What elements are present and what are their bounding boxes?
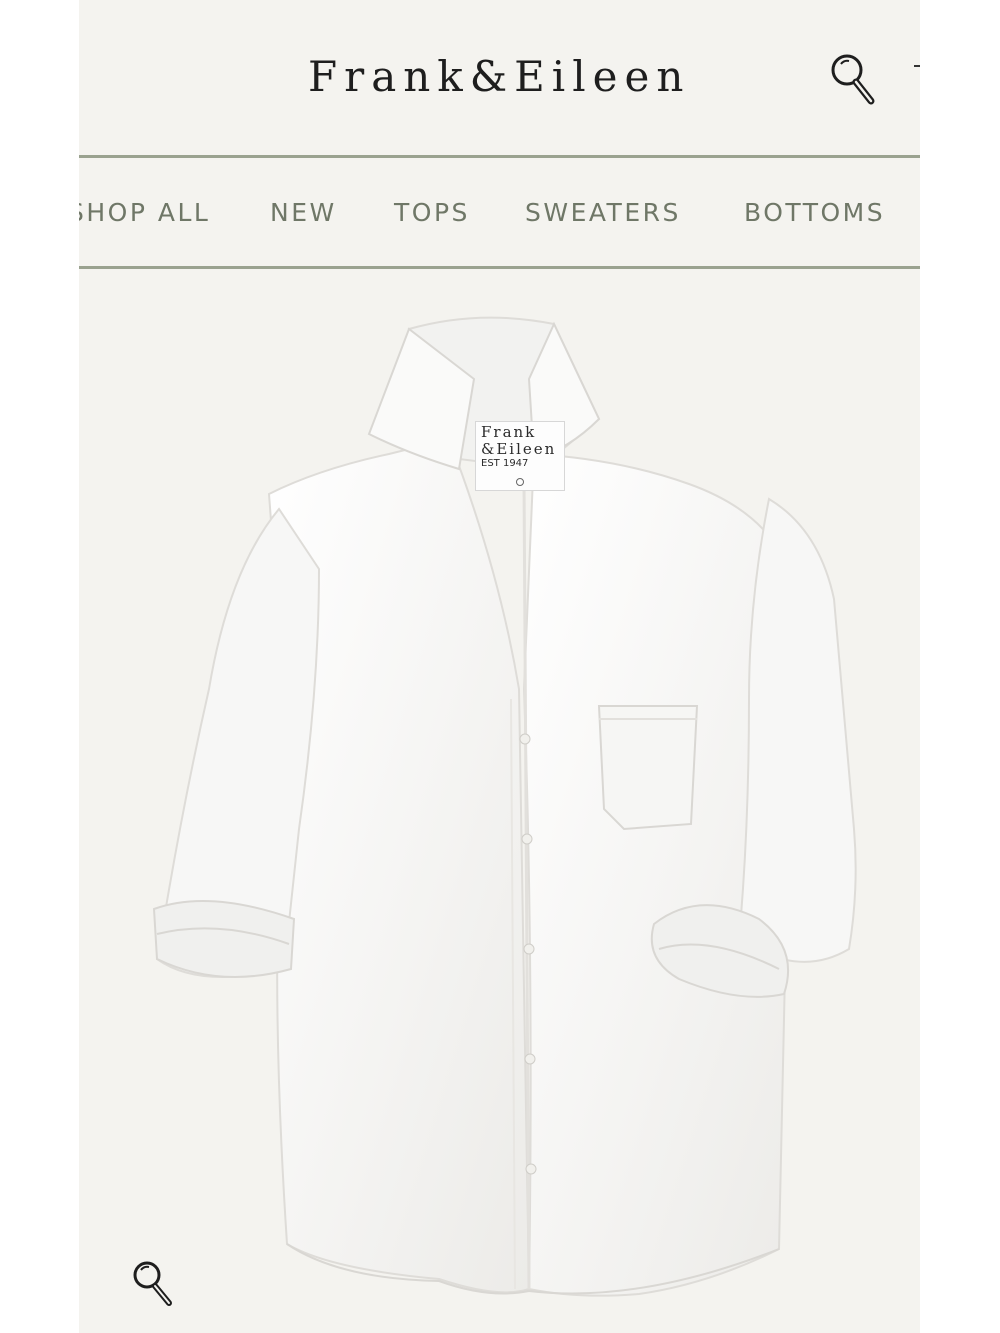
category-nav: SHOP ALL NEW TOPS SWEATERS BOTTOMS	[79, 158, 920, 266]
nav-item-shop-all[interactable]: SHOP ALL	[79, 198, 210, 227]
brand-label-tag: Frank &Eileen EST 1947	[475, 421, 565, 491]
nav-item-bottoms[interactable]: BOTTOMS	[744, 198, 885, 227]
site-header: Frank&Eileen	[79, 0, 920, 157]
cart-icon[interactable]	[914, 65, 920, 67]
app-window: Frank&Eileen SHOP ALL NEW TOPS SWEATERS …	[79, 0, 920, 1333]
zoom-icon[interactable]	[131, 1259, 177, 1309]
nav-item-new[interactable]: NEW	[270, 198, 337, 227]
product-image[interactable]: Frank &Eileen EST 1947	[79, 269, 920, 1333]
size-mark	[516, 478, 524, 486]
nav-item-tops[interactable]: TOPS	[394, 198, 470, 227]
search-icon[interactable]	[829, 52, 877, 106]
nav-item-sweaters[interactable]: SWEATERS	[525, 198, 681, 227]
brand-logo[interactable]: Frank&Eileen	[308, 52, 690, 101]
